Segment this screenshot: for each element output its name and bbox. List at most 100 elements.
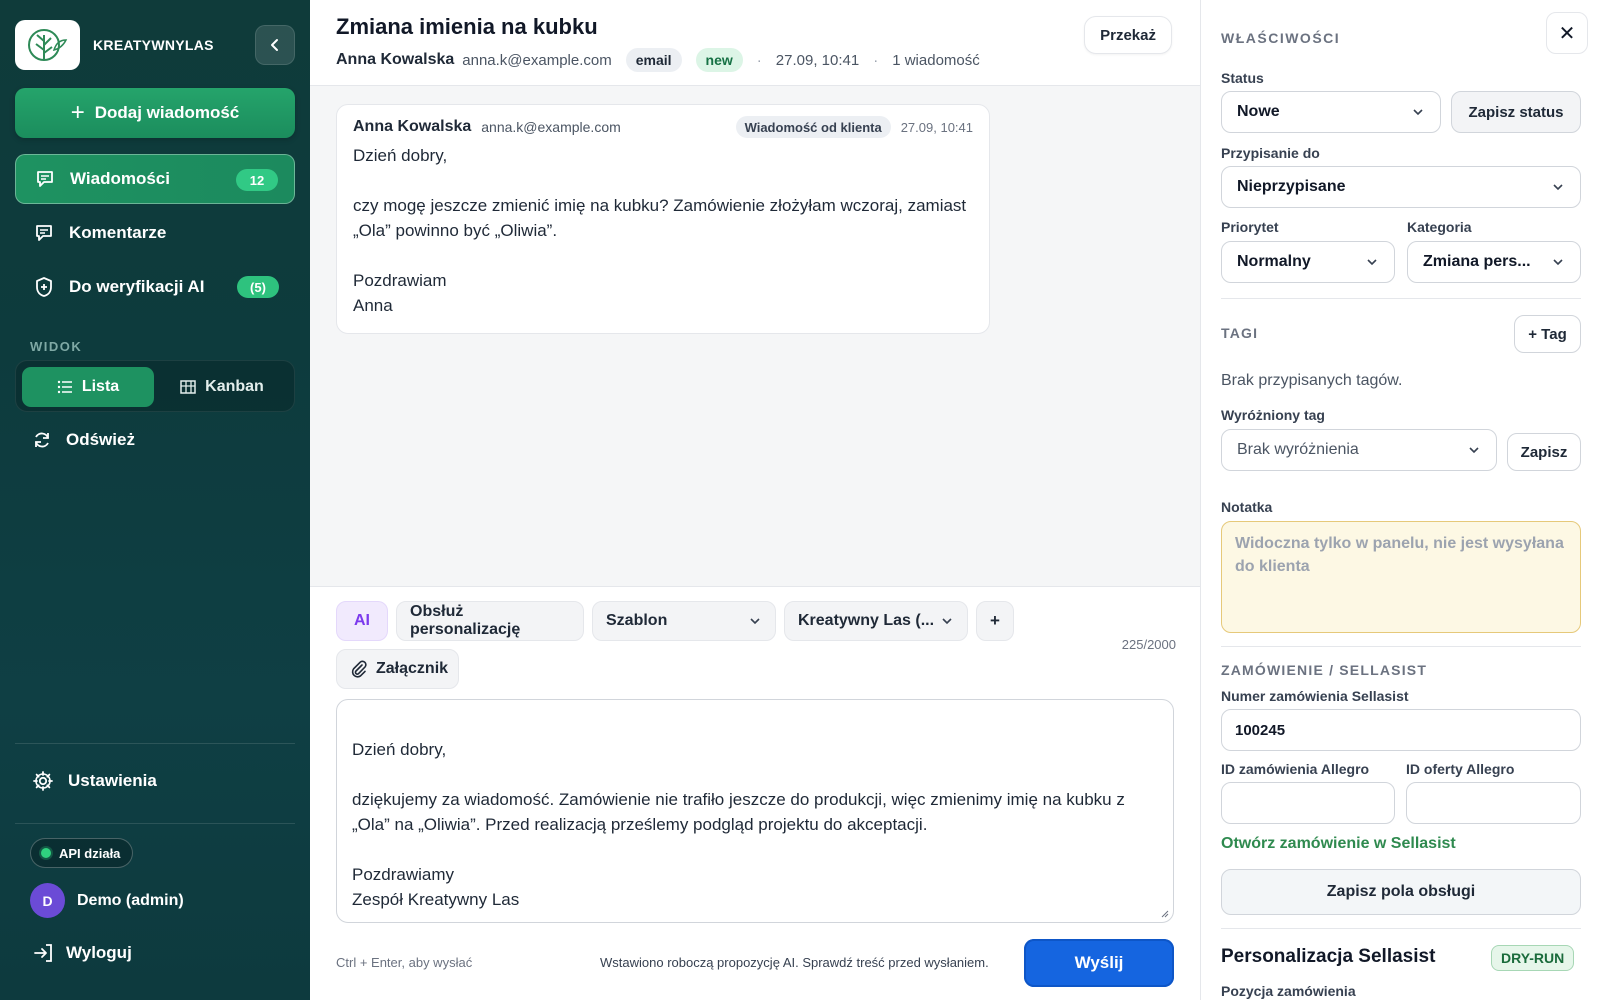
allegro-offer-input[interactable] [1406, 782, 1581, 824]
collapse-sidebar-button[interactable] [255, 25, 295, 65]
view-toggle: Lista Kanban [15, 360, 295, 412]
brand: KREATYWNYLAS [15, 20, 214, 70]
sender-email: anna.k@example.com [462, 51, 612, 69]
status-select-value: Nowe [1237, 103, 1280, 120]
save-featured-tag-button[interactable]: Zapisz [1507, 433, 1581, 471]
priority-select-value: Normalny [1237, 253, 1311, 270]
order-section-title: ZAMÓWIENIE / SELLASIST [1221, 662, 1428, 678]
status-badge: new [695, 48, 743, 72]
dry-run-badge: DRY-RUN [1491, 945, 1575, 971]
logout-button[interactable]: Wyloguj [32, 943, 132, 963]
save-fields-button[interactable]: Zapisz pola obsługi [1221, 869, 1581, 915]
signature-select[interactable]: Kreatywny Las (... [784, 601, 968, 641]
view-kanban-button[interactable]: Kanban [156, 367, 288, 407]
attachment-button[interactable]: Załącznik [336, 649, 459, 689]
message-sender-name: Anna Kowalska [353, 118, 472, 135]
avatar: D [30, 883, 65, 918]
nav-item-comments[interactable]: Komentarze [15, 208, 295, 258]
message-sender-email: anna.k@example.com [481, 119, 621, 135]
add-snippet-button[interactable]: + [976, 601, 1014, 641]
chevron-down-icon [1551, 255, 1565, 269]
template-select[interactable]: Szablon [592, 601, 776, 641]
brand-name: KREATYWNYLAS [93, 37, 214, 53]
resize-grip-icon [1161, 910, 1169, 918]
message-count: 1 wiadomość [892, 51, 980, 69]
conversation-datetime: 27.09, 10:41 [775, 51, 860, 69]
tags-title: TAGI [1221, 325, 1259, 341]
priority-select[interactable]: Normalny [1221, 241, 1395, 283]
nav-item-ai-review[interactable]: Do weryfikacji AI (5) [15, 262, 295, 312]
chevron-down-icon [1467, 443, 1481, 457]
logout-label: Wyloguj [66, 943, 132, 962]
chevron-down-icon [1365, 255, 1379, 269]
allegro-order-input[interactable] [1221, 782, 1395, 824]
properties-title: WŁAŚCIWOŚCI [1221, 30, 1341, 46]
chevron-down-icon [750, 618, 760, 625]
featured-tag-label: Wyróżniony tag [1221, 407, 1325, 423]
nav-item-messages[interactable]: Wiadomości 12 [15, 154, 295, 204]
view-kanban-label: Kanban [205, 378, 264, 395]
order-number-input[interactable]: 100245 [1221, 709, 1581, 751]
forward-button[interactable]: Przekaż [1084, 16, 1172, 54]
list-icon [57, 380, 73, 394]
note-label: Notatka [1221, 499, 1273, 515]
chevron-down-icon [1551, 180, 1565, 194]
chevron-left-icon [271, 39, 278, 51]
char-counter: 225/2000 [1121, 637, 1176, 652]
assign-select[interactable]: Nieprzypisane [1221, 166, 1581, 208]
template-select-value: Szablon [606, 612, 668, 629]
logo-icon [15, 20, 80, 70]
settings-button[interactable]: Ustawienia [32, 770, 157, 792]
add-message-button[interactable]: + Dodaj wiadomość [15, 88, 295, 138]
keyboard-hint: Ctrl + Enter, aby wysłać [336, 955, 473, 970]
nav-label: Do weryfikacji AI [69, 277, 205, 296]
personalization-title: Personalizacja Sellasist [1221, 946, 1436, 967]
kanban-icon [180, 380, 196, 394]
conversation-meta: Anna Kowalska anna.k@example.com email n… [336, 48, 994, 72]
channel-badge: email [625, 48, 682, 72]
status-select[interactable]: Nowe [1221, 91, 1441, 133]
count-badge: (5) [237, 276, 279, 298]
close-icon[interactable]: ✕ [1546, 12, 1588, 54]
shield-plus-icon [33, 276, 55, 298]
conversation-header: Zmiana imienia na kubku Anna Kowalska an… [310, 0, 1200, 86]
refresh-icon [32, 430, 52, 450]
note-textarea[interactable]: Widoczna tylko w panelu, nie jest wysyła… [1221, 521, 1581, 633]
sidebar: KREATYWNYLAS + Dodaj wiadomość Wiadomośc… [0, 0, 310, 1000]
message-icon [34, 168, 56, 190]
attachment-label: Załącznik [376, 660, 449, 677]
personalize-button[interactable]: Obsłuż personalizację [396, 601, 584, 641]
divider [1221, 928, 1581, 929]
status-label: Status [1221, 70, 1264, 86]
category-select[interactable]: Zmiana pers... [1407, 241, 1581, 283]
conversation-title: Zmiana imienia na kubku [336, 14, 598, 39]
view-list-button[interactable]: Lista [22, 367, 154, 407]
divider [15, 743, 295, 744]
separator-dot: · [756, 51, 762, 69]
refresh-button[interactable]: Odśwież [32, 430, 135, 450]
note-placeholder: Widoczna tylko w panelu, nie jest wysyła… [1235, 535, 1564, 575]
properties-panel: WŁAŚCIWOŚCI ✕ Status Nowe Zapisz status … [1200, 0, 1600, 1000]
send-button[interactable]: Wyślij [1024, 939, 1174, 987]
divider [15, 823, 295, 824]
gear-icon [32, 770, 54, 792]
save-status-button[interactable]: Zapisz status [1451, 91, 1581, 133]
reply-textarea[interactable]: Dzień dobry, dziękujemy za wiadomość. Za… [336, 699, 1174, 923]
message-header: Anna Kowalska anna.k@example.com Wiadomo… [353, 116, 973, 138]
logout-icon [32, 943, 54, 963]
message-origin-badge: Wiadomość od klienta [735, 116, 891, 138]
message-time: 27.09, 10:41 [900, 119, 973, 135]
signature-select-value: Kreatywny Las (... [798, 612, 935, 629]
assign-select-value: Nieprzypisane [1237, 178, 1346, 195]
featured-tag-select-value: Brak wyróżnienia [1237, 441, 1359, 458]
user-info: D Demo (admin) [30, 883, 184, 918]
status-dot-icon [41, 848, 51, 858]
category-select-value: Zmiana pers... [1423, 253, 1531, 270]
nav-label: Wiadomości [70, 169, 170, 188]
open-sellasist-link[interactable]: Otwórz zamówienie w Sellasist [1221, 835, 1456, 853]
chevron-down-icon [942, 618, 952, 625]
add-tag-button[interactable]: + Tag [1514, 315, 1581, 353]
featured-tag-select[interactable]: Brak wyróżnienia [1221, 429, 1497, 471]
ai-button[interactable]: AI [336, 601, 388, 641]
no-tags-text: Brak przypisanych tagów. [1221, 372, 1403, 389]
